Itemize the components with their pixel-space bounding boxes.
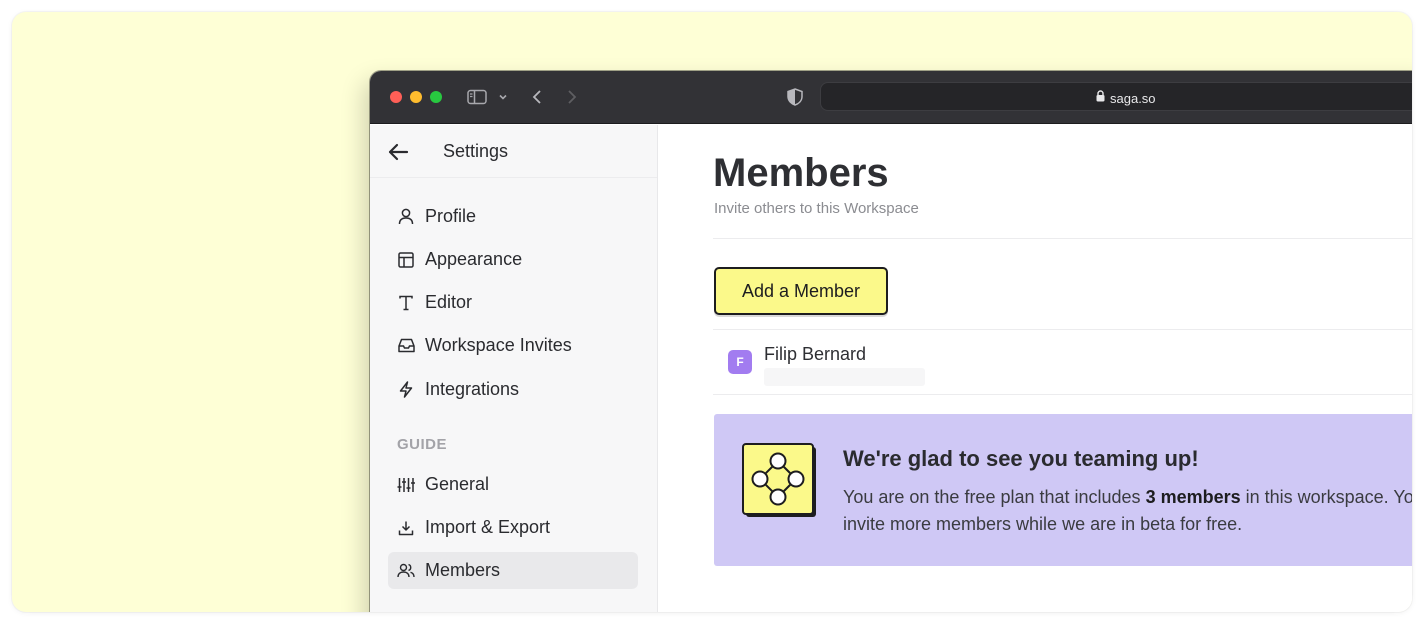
sidebar-item-label: Editor xyxy=(425,292,473,312)
sidebar-item-members[interactable]: Members xyxy=(388,552,638,589)
sidebar-item-general[interactable]: General xyxy=(388,466,638,503)
sidebar-icon[interactable] xyxy=(467,87,487,107)
sidebar-item-appearance[interactable]: Appearance xyxy=(388,241,638,278)
member-name: Filip Bernard xyxy=(764,344,867,364)
banner-body-text: invite more members while we are in beta… xyxy=(843,514,1243,534)
close-window-button[interactable] xyxy=(390,91,402,103)
sidebar-item-profile[interactable]: Profile xyxy=(388,198,638,235)
divider xyxy=(713,394,1412,395)
url-text: saga.so xyxy=(1110,90,1156,106)
lock-icon xyxy=(1096,89,1105,107)
sidebar-item-label: Integrations xyxy=(425,379,520,399)
sidebar-item-label: Import & Export xyxy=(425,517,551,537)
avatar: F xyxy=(728,350,752,374)
browser-toolbar: saga.so xyxy=(370,71,1412,124)
user-icon xyxy=(397,208,415,226)
sidebar-item-label: Workspace Invites xyxy=(425,335,572,355)
sidebar-item-workspace-invites[interactable]: Workspace Invites xyxy=(388,327,638,364)
banner-body-text: in this workspace. You can xyxy=(1245,487,1412,507)
page-title: Members xyxy=(713,151,889,195)
zoom-window-button[interactable] xyxy=(430,91,442,103)
back-icon[interactable] xyxy=(530,87,544,107)
sidebar-item-editor[interactable]: Editor xyxy=(388,284,638,321)
forward-icon[interactable] xyxy=(565,87,579,107)
page-background: saga.so Settings Profile Appearance Edit… xyxy=(12,12,1412,612)
sidebar-item-integrations[interactable]: Integrations xyxy=(388,371,638,408)
back-arrow-icon[interactable] xyxy=(387,141,409,163)
sidebar-item-label: Appearance xyxy=(425,249,523,269)
sidebar-header: Settings xyxy=(370,125,657,178)
settings-sidebar: Settings Profile Appearance Editor Works… xyxy=(370,125,658,612)
free-plan-banner: We're glad to see you teaming up! You ar… xyxy=(714,414,1412,566)
users-icon xyxy=(397,562,415,580)
address-bar[interactable]: saga.so xyxy=(820,82,1412,111)
banner-member-limit: 3 members xyxy=(1145,487,1241,507)
download-icon xyxy=(397,519,415,537)
layout-icon xyxy=(397,251,415,269)
add-member-button[interactable]: Add a Member xyxy=(714,267,888,315)
bolt-icon xyxy=(397,381,415,399)
sliders-icon xyxy=(397,476,415,494)
section-label-guide: GUIDE xyxy=(397,436,448,453)
page-subtitle: Invite others to this Workspace xyxy=(714,200,919,217)
member-email-placeholder xyxy=(764,368,925,386)
team-network-icon xyxy=(741,442,817,518)
sidebar-title: Settings xyxy=(443,141,509,161)
members-page: Members Invite others to this Workspace … xyxy=(659,125,1412,612)
divider xyxy=(713,238,1412,239)
browser-window: saga.so Settings Profile Appearance Edit… xyxy=(370,71,1412,612)
sidebar-item-label: Members xyxy=(425,560,501,580)
sidebar-item-label: Profile xyxy=(425,206,477,226)
inbox-icon xyxy=(397,337,415,355)
sidebar-item-label: General xyxy=(425,474,490,494)
banner-body-text: You are on the free plan that includes xyxy=(843,487,1146,507)
sidebar-item-import-export[interactable]: Import & Export xyxy=(388,509,638,546)
member-row[interactable]: F Filip Bernard xyxy=(713,330,1412,394)
minimize-window-button[interactable] xyxy=(410,91,422,103)
text-icon xyxy=(397,294,415,312)
shield-icon[interactable] xyxy=(786,87,804,107)
chevron-down-icon[interactable] xyxy=(497,87,509,107)
banner-title: We're glad to see you teaming up! xyxy=(843,446,1199,471)
banner-body: You are on the free plan that includes 3… xyxy=(843,484,1412,538)
